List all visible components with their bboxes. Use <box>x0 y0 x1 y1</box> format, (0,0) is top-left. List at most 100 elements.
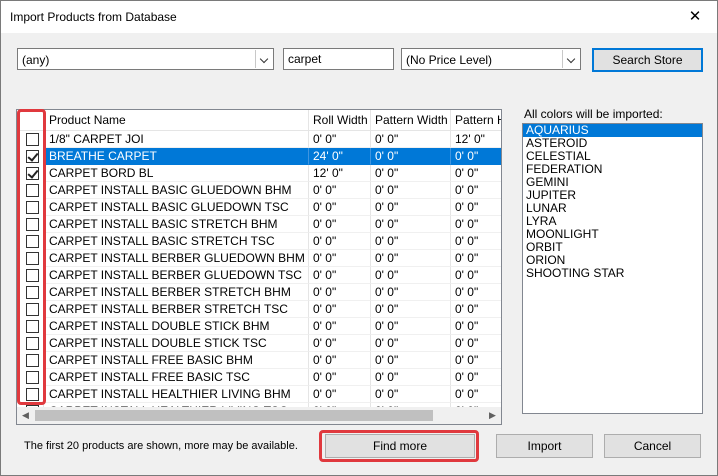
row-checkbox-cell[interactable] <box>17 216 44 233</box>
column-header-product-name[interactable]: Product Name ⁄ <box>45 110 309 131</box>
table-row[interactable]: CARPET INSTALL DOUBLE STICK BHM 0' 0" 0' 0… <box>17 318 501 335</box>
row-checkbox[interactable] <box>26 388 39 401</box>
row-checkbox[interactable] <box>26 286 39 299</box>
row-checkbox[interactable] <box>26 337 39 350</box>
vertical-scrollbar[interactable] <box>501 131 502 421</box>
table-row[interactable]: CARPET INSTALL BASIC GLUEDOWN BHM 0' 0" 0'… <box>17 182 501 199</box>
table-row[interactable]: BREATHE CARPET 24' 0" 0' 0" 0' 0" <box>17 148 501 165</box>
cancel-button[interactable]: Cancel <box>604 434 701 458</box>
table-row[interactable]: CARPET INSTALL BERBER STRETCH TSC 0' 0" 0'… <box>17 301 501 318</box>
row-checkbox[interactable] <box>26 371 39 384</box>
cell-roll-width: 0' 0" <box>309 216 371 233</box>
row-checkbox-cell[interactable] <box>17 267 44 284</box>
row-checkbox[interactable] <box>26 167 39 180</box>
row-checkbox-cell[interactable] <box>17 352 44 369</box>
table-row[interactable]: CARPET INSTALL DOUBLE STICK TSC 0' 0" 0' 0… <box>17 335 501 352</box>
row-checkbox-cell[interactable] <box>17 369 44 386</box>
table-row[interactable]: 1/8" CARPET JOI 0' 0" 0' 0" 12' 0" <box>17 131 501 148</box>
products-grid[interactable]: Product Name ⁄ Roll Width Pattern Width … <box>16 109 502 425</box>
cell-pattern-h: 0' 0" <box>451 318 501 335</box>
cell-roll-width: 0' 0" <box>309 284 371 301</box>
cell-roll-width: 0' 0" <box>309 250 371 267</box>
row-checkbox[interactable] <box>26 269 39 282</box>
row-checkbox[interactable] <box>26 303 39 316</box>
row-checkbox[interactable] <box>26 252 39 265</box>
cell-pattern-h: 0' 0" <box>451 284 501 301</box>
scroll-left-icon[interactable]: ◀ <box>17 407 34 424</box>
cell-pattern-width: 0' 0" <box>371 165 451 182</box>
color-list-item[interactable]: SHOOTING STAR <box>523 267 702 280</box>
table-row[interactable]: CARPET INSTALL BERBER STRETCH BHM 0' 0" 0'… <box>17 284 501 301</box>
cell-pattern-h: 0' 0" <box>451 216 501 233</box>
row-checkbox-cell[interactable] <box>17 148 44 165</box>
cell-roll-width: 0' 0" <box>309 301 371 318</box>
row-checkbox-cell[interactable] <box>17 199 44 216</box>
cell-pattern-width: 0' 0" <box>371 267 451 284</box>
column-header-pattern-h[interactable]: Pattern H <box>451 110 501 131</box>
table-row[interactable]: CARPET INSTALL FREE BASIC BHM 0' 0" 0' 0" 0… <box>17 352 501 369</box>
close-icon[interactable]: ✕ <box>673 1 717 33</box>
row-checkbox[interactable] <box>26 320 39 333</box>
cell-pattern-width: 0' 0" <box>371 233 451 250</box>
cell-pattern-width: 0' 0" <box>371 284 451 301</box>
import-button[interactable]: Import <box>496 434 593 458</box>
price-level-combo[interactable]: (No Price Level) <box>401 48 581 70</box>
cell-product-name: CARPET INSTALL BERBER GLUEDOWN BHM <box>45 250 309 267</box>
search-input-box[interactable] <box>283 48 394 70</box>
row-checkbox-cell[interactable] <box>17 301 44 318</box>
row-checkbox-cell[interactable] <box>17 250 44 267</box>
row-checkbox-cell[interactable] <box>17 131 44 148</box>
search-store-button[interactable]: Search Store <box>592 48 703 72</box>
table-row[interactable]: CARPET INSTALL BASIC STRETCH TSC 0' 0" 0' … <box>17 233 501 250</box>
cell-pattern-width: 0' 0" <box>371 199 451 216</box>
cell-product-name: BREATHE CARPET <box>45 148 309 165</box>
row-checkbox[interactable] <box>26 201 39 214</box>
chevron-down-icon[interactable] <box>255 50 272 68</box>
column-header-pattern-width[interactable]: Pattern Width <box>371 110 451 131</box>
column-header-roll-width[interactable]: Roll Width <box>309 110 371 131</box>
table-row[interactable]: CARPET INSTALL BERBER GLUEDOWN TSC 0' 0" 0… <box>17 267 501 284</box>
cell-pattern-width: 0' 0" <box>371 182 451 199</box>
row-checkbox[interactable] <box>26 354 39 367</box>
horizontal-scrollbar[interactable]: ◀ ▶ <box>17 407 501 424</box>
table-row[interactable]: CARPET INSTALL BASIC GLUEDOWN TSC 0' 0" 0'… <box>17 199 501 216</box>
cell-roll-width: 0' 0" <box>309 386 371 403</box>
colors-list[interactable]: AQUARIUS ASTEROID CELESTIAL FEDERATION GEMIN… <box>522 123 703 414</box>
row-checkbox-cell[interactable] <box>17 318 44 335</box>
row-checkbox-cell[interactable] <box>17 386 44 403</box>
cell-pattern-h: 0' 0" <box>451 148 501 165</box>
search-input[interactable] <box>284 49 393 69</box>
cell-product-name: CARPET INSTALL FREE BASIC TSC <box>45 369 309 386</box>
table-row[interactable]: CARPET INSTALL BASIC STRETCH BHM 0' 0" 0' … <box>17 216 501 233</box>
row-checkbox-cell[interactable] <box>17 233 44 250</box>
cell-roll-width: 0' 0" <box>309 352 371 369</box>
cell-roll-width: 0' 0" <box>309 267 371 284</box>
scroll-right-icon[interactable]: ▶ <box>484 407 501 424</box>
category-combo[interactable]: (any) <box>17 48 274 70</box>
row-checkbox[interactable] <box>26 218 39 231</box>
cell-roll-width: 0' 0" <box>309 233 371 250</box>
scrollbar-thumb[interactable] <box>35 410 433 421</box>
cell-pattern-h: 0' 0" <box>451 199 501 216</box>
checkbox-column-header[interactable] <box>17 110 45 131</box>
cell-pattern-width: 0' 0" <box>371 148 451 165</box>
cell-pattern-width: 0' 0" <box>371 301 451 318</box>
row-checkbox[interactable] <box>26 133 39 146</box>
cell-pattern-width: 0' 0" <box>371 386 451 403</box>
row-checkbox[interactable] <box>26 150 39 163</box>
cell-roll-width: 0' 0" <box>309 369 371 386</box>
find-more-button[interactable]: Find more <box>325 434 475 458</box>
row-checkbox-cell[interactable] <box>17 182 44 199</box>
table-row[interactable]: CARPET INSTALL HEALTHIER LIVING BHM 0' 0"… <box>17 386 501 403</box>
cell-pattern-h: 0' 0" <box>451 233 501 250</box>
row-checkbox-cell[interactable] <box>17 335 44 352</box>
row-checkbox-cell[interactable] <box>17 284 44 301</box>
table-row[interactable]: CARPET INSTALL FREE BASIC TSC 0' 0" 0' 0" 0… <box>17 369 501 386</box>
row-checkbox-cell[interactable] <box>17 165 44 182</box>
row-checkbox[interactable] <box>26 184 39 197</box>
row-checkbox[interactable] <box>26 235 39 248</box>
table-row[interactable]: CARPET INSTALL BERBER GLUEDOWN BHM 0' 0" 0… <box>17 250 501 267</box>
chevron-down-icon[interactable] <box>562 50 579 68</box>
table-row[interactable]: CARPET BORD BL 12' 0" 0' 0" 0' 0" <box>17 165 501 182</box>
cell-pattern-h: 0' 0" <box>451 165 501 182</box>
